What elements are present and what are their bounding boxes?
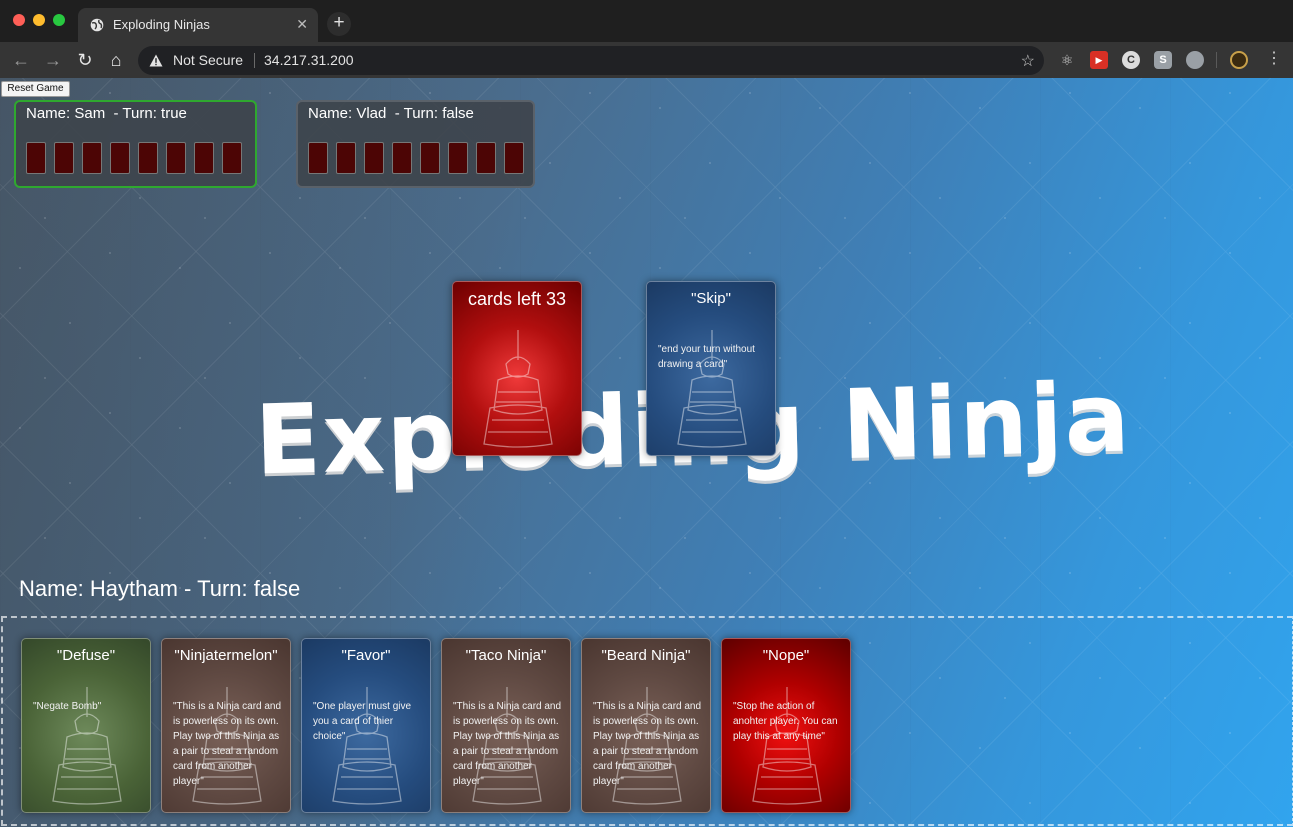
card-title: "Beard Ninja" (601, 647, 691, 664)
current-player-label: Name: Haytham - Turn: false (19, 576, 301, 601)
samurai-icon (483, 330, 553, 448)
face-down-card (392, 142, 412, 174)
skype-extension-icon[interactable]: S (1154, 51, 1172, 69)
face-down-card (54, 142, 74, 174)
hand-card-taco-ninja[interactable]: "Taco Ninja" "This is a Ninja card and i… (441, 638, 571, 813)
hand-card-beard-ninja[interactable]: "Beard Ninja" "This is a Ninja card and … (581, 638, 711, 813)
grammar-extension-icon[interactable]: C (1122, 51, 1140, 69)
card-description: "end your turn without drawing a card" (658, 344, 755, 370)
card-description: "Negate Bomb" (33, 701, 102, 712)
browser-tab[interactable]: Exploding Ninjas ✕ (78, 8, 318, 42)
opponent-name: Name: Vlad - Turn: false (308, 105, 474, 122)
face-down-card (336, 142, 356, 174)
opponent-panel-sam: Name: Sam - Turn: true (14, 100, 257, 188)
face-down-card (222, 142, 242, 174)
tab-title: Exploding Ninjas (113, 17, 210, 32)
opponent-hand (308, 142, 524, 174)
react-devtools-icon[interactable]: ⚛ (1058, 51, 1076, 69)
back-arrow-icon[interactable]: ← (9, 48, 33, 72)
discard-pile: "Skip" "end your turn without drawing a … (646, 281, 776, 456)
card-description: "Stop the action of anohter player. You … (733, 701, 838, 742)
card-title: "Skip" (691, 290, 731, 307)
bookmark-star-icon[interactable]: ☆ (1021, 51, 1035, 71)
hand-card-defuse[interactable]: "Defuse" "Negate Bomb" (21, 638, 151, 813)
maximize-window-button[interactable] (53, 14, 65, 26)
hand-card-nope[interactable]: "Nope" "Stop the action of anohter playe… (721, 638, 851, 813)
browser-toolbar: ← → ↻ ⌂ Not Secure 34.217.31.200 ☆ ⚛ ▶ C… (0, 42, 1293, 78)
close-window-button[interactable] (13, 14, 25, 26)
face-down-card (448, 142, 468, 174)
card-title: "Ninjatermelon" (174, 647, 278, 664)
card-title: "Nope" (762, 647, 810, 664)
face-down-card (166, 142, 186, 174)
face-down-card (110, 142, 130, 174)
draw-deck[interactable]: cards left 33 (452, 281, 582, 456)
security-label: Not Secure (173, 52, 244, 68)
close-tab-icon[interactable]: ✕ (296, 16, 308, 32)
opponent-hand (26, 142, 242, 174)
face-down-card (476, 142, 496, 174)
browser-tab-bar: Exploding Ninjas ✕ + (0, 0, 1293, 42)
face-down-card (82, 142, 102, 174)
minimize-window-button[interactable] (33, 14, 45, 26)
reset-game-button[interactable]: Reset Game (1, 81, 70, 97)
hand-card-favor[interactable]: "Favor" "One player must give you a card… (301, 638, 431, 813)
hand-card-ninjatermelon[interactable]: "Ninjatermelon" "This is a Ninja card an… (161, 638, 291, 813)
new-tab-button[interactable]: + (327, 12, 351, 36)
profile-avatar[interactable] (1230, 51, 1248, 69)
opponent-name: Name: Sam - Turn: true (26, 105, 187, 122)
game-page: Reset Game Name: Sam - Turn: true Name: … (0, 78, 1293, 827)
url-text[interactable]: 34.217.31.200 (264, 52, 354, 68)
toolbar-divider (1216, 52, 1217, 68)
face-down-card (138, 142, 158, 174)
video-extension-icon[interactable]: ▶ (1090, 51, 1108, 69)
card-description: "This is a Ninja card and is powerless o… (593, 701, 702, 787)
face-down-card (420, 142, 440, 174)
address-bar[interactable]: Not Secure 34.217.31.200 ☆ (138, 46, 1044, 75)
card-description: "One player must give you a card of thie… (313, 701, 412, 742)
cards-left-counter: cards left 33 (467, 289, 567, 309)
circle-extension-icon[interactable] (1186, 51, 1204, 69)
face-down-card (364, 142, 384, 174)
opponent-panel-vlad: Name: Vlad - Turn: false (296, 100, 535, 188)
forward-arrow-icon[interactable]: → (41, 48, 65, 72)
face-down-card (26, 142, 46, 174)
card-description: "This is a Ninja card and is powerless o… (453, 701, 562, 787)
card-title: "Favor" (341, 647, 391, 664)
warning-icon (149, 54, 163, 67)
face-down-card (308, 142, 328, 174)
reload-icon[interactable]: ↻ (73, 48, 97, 72)
card-title: "Defuse" (56, 647, 116, 664)
card-description: "This is a Ninja card and is powerless o… (173, 701, 282, 787)
card-title: "Taco Ninja" (465, 647, 547, 664)
more-menu-icon[interactable]: ⋮ (1266, 50, 1282, 68)
globe-icon (90, 18, 104, 32)
address-divider (254, 53, 255, 68)
face-down-card (504, 142, 524, 174)
face-down-card (194, 142, 214, 174)
home-icon[interactable]: ⌂ (104, 48, 128, 72)
